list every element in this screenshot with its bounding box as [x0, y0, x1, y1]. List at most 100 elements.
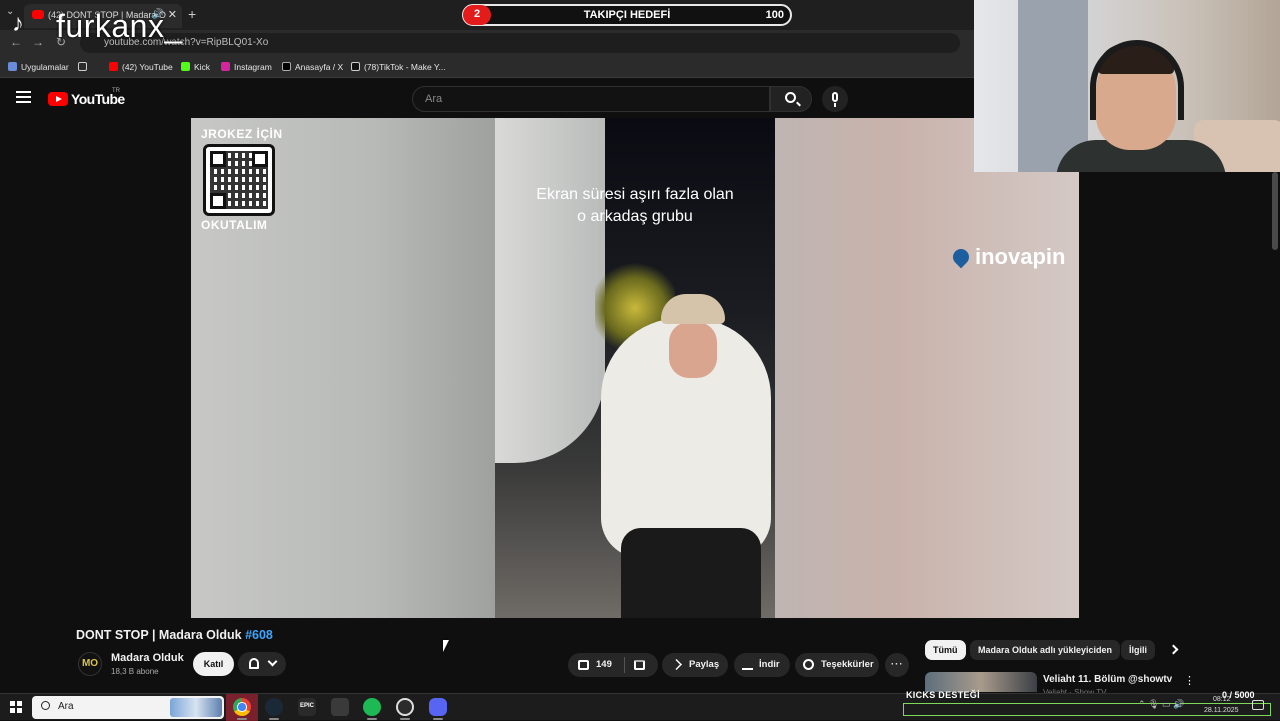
download-icon — [742, 659, 753, 670]
menu-icon[interactable] — [16, 91, 31, 103]
chevron-right-icon[interactable] — [1168, 644, 1179, 655]
chip-from-uploader[interactable]: Madara Olduk adlı yükleyiciden — [970, 640, 1121, 660]
webcam-feed — [974, 0, 1280, 172]
qr-title: JROKEZ İÇİN — [201, 127, 283, 141]
bookmark-apps[interactable]: Uygulamalar — [8, 62, 69, 72]
bookmark-label: Kick — [194, 62, 211, 72]
search-input[interactable] — [412, 86, 770, 112]
bookmark-instagram[interactable]: Instagram — [221, 62, 272, 72]
url-field[interactable]: youtube.com/watch?v=RipBLQ01-Xo — [80, 33, 960, 53]
kicks-support-label: KICKS DESTEĞİ — [906, 690, 980, 700]
instagram-icon — [221, 62, 230, 71]
thanks-label: Teşekkürler — [821, 659, 874, 670]
tiktok-logo-icon: ♪ — [12, 10, 24, 37]
bookmark-grid[interactable] — [78, 62, 91, 72]
qr-code-icon — [203, 144, 275, 216]
bell-icon — [249, 658, 259, 669]
bookmark-x[interactable]: Anasayfa / X — [282, 62, 343, 72]
obs-icon[interactable] — [396, 698, 414, 716]
region-code: TR — [112, 88, 120, 94]
system-tray-icons[interactable]: ⌃ 🎙 ▭ 🔊 — [1138, 699, 1184, 710]
video-title-text: DONT STOP | Madara Olduk — [76, 628, 242, 642]
chip-related[interactable]: İlgili — [1121, 640, 1155, 660]
qr-caption: OKUTALIM — [201, 218, 268, 232]
super-thanks-icon — [803, 659, 814, 670]
clock-date[interactable]: 28.11.2025 — [1204, 707, 1239, 714]
sponsor-logo: inovapin — [949, 244, 1065, 270]
like-divider — [624, 657, 625, 673]
video-hashtag[interactable]: #608 — [245, 628, 273, 642]
like-dislike-group: 149 — [568, 653, 658, 677]
caption-line: o arkadaş grubu — [577, 208, 693, 225]
thanks-button[interactable]: Teşekkürler — [795, 653, 879, 677]
more-icon: ··· — [891, 659, 904, 670]
tiktok-icon — [351, 62, 360, 71]
youtube-favicon-icon — [32, 10, 44, 19]
search-button[interactable] — [770, 86, 812, 112]
follower-goal-label: TAKIPÇI HEDEFİ — [583, 9, 671, 21]
mouse-cursor-icon — [443, 640, 455, 652]
bookmark-label: (78)TikTok - Make Y... — [364, 62, 446, 72]
windows-start-icon[interactable] — [10, 701, 22, 713]
video-title: DONT STOP | Madara Olduk #608 — [76, 628, 273, 642]
search-icon — [785, 92, 796, 103]
bookmark-tiktok[interactable]: (78)TikTok - Make Y... — [351, 62, 446, 72]
download-button[interactable]: İndir — [734, 653, 790, 677]
location-pin-icon — [949, 245, 973, 269]
search-highlight-art — [170, 698, 222, 717]
video-wall — [495, 118, 605, 463]
related-video-thumbnail[interactable] — [925, 672, 1037, 692]
voice-search-button[interactable] — [822, 86, 848, 112]
video-player[interactable]: JROKEZ İÇİN OKUTALIM Ekran süresi aşırı … — [191, 118, 1079, 618]
epic-games-icon[interactable]: EPIC — [298, 698, 316, 716]
follower-goal-widget: 2 TAKIPÇI HEDEFİ 100 — [462, 4, 792, 26]
apps-grid-icon — [8, 62, 17, 71]
bookmark-label: Uygulamalar — [21, 62, 69, 72]
youtube-logo-icon[interactable] — [48, 92, 68, 106]
bookmark-youtube[interactable]: (42) YouTube — [109, 62, 173, 72]
share-label: Paylaş — [689, 659, 720, 670]
page-scrollbar[interactable] — [1272, 172, 1278, 250]
microphone-icon — [832, 92, 838, 102]
dislike-icon[interactable] — [634, 660, 645, 670]
taskbar-search[interactable]: Ara — [32, 696, 224, 719]
person-cap — [661, 294, 725, 324]
more-actions-button[interactable]: ··· — [885, 653, 909, 677]
chrome-icon[interactable] — [233, 698, 251, 716]
blurred-background-right — [775, 118, 1079, 618]
visual-studio-icon[interactable] — [331, 698, 349, 716]
like-count[interactable]: 149 — [596, 659, 612, 670]
clock-time[interactable]: 08:12 — [1213, 696, 1231, 703]
person-pants — [621, 528, 761, 618]
like-icon[interactable] — [578, 660, 589, 670]
forward-icon[interactable]: → — [32, 35, 44, 49]
youtube-header: YouTube TR — [0, 78, 974, 118]
grid-icon — [78, 62, 87, 71]
bookmark-kick[interactable]: Kick — [181, 62, 210, 72]
download-label: İndir — [759, 659, 780, 670]
related-more-icon[interactable]: ⋮ — [1184, 674, 1195, 687]
notification-icon[interactable] — [1252, 700, 1264, 710]
new-tab-icon[interactable]: + — [188, 6, 196, 22]
youtube-icon — [109, 62, 118, 71]
spotify-icon[interactable] — [363, 698, 381, 716]
chip-all[interactable]: Tümü — [925, 640, 966, 660]
subscriber-count: 18,3 B abone — [111, 667, 159, 676]
bookmark-label: Instagram — [234, 62, 272, 72]
headset-icon — [1090, 40, 1184, 120]
join-button[interactable]: Katıl — [193, 652, 234, 676]
caption-line: Ekran süresi aşırı fazla olan — [536, 186, 734, 203]
streamer-brand: furkanx_ — [56, 8, 183, 44]
notification-bell-button[interactable] — [238, 652, 286, 676]
bookmark-label: (42) YouTube — [122, 62, 173, 72]
avatar[interactable]: MO — [78, 652, 102, 676]
discord-icon[interactable] — [429, 698, 447, 716]
chevron-down-icon — [267, 656, 278, 667]
steam-icon[interactable] — [265, 698, 283, 716]
channel-name[interactable]: Madara Olduk — [111, 652, 184, 664]
related-video-title[interactable]: Veliaht 11. Bölüm @showtv — [1043, 674, 1172, 685]
bookmark-label: Anasayfa / X — [295, 62, 344, 72]
video-caption: Ekran süresi aşırı fazla olan o arkadaş … — [495, 184, 775, 228]
taskbar-search-label: Ara — [58, 701, 74, 712]
share-button[interactable]: Paylaş — [662, 653, 728, 677]
